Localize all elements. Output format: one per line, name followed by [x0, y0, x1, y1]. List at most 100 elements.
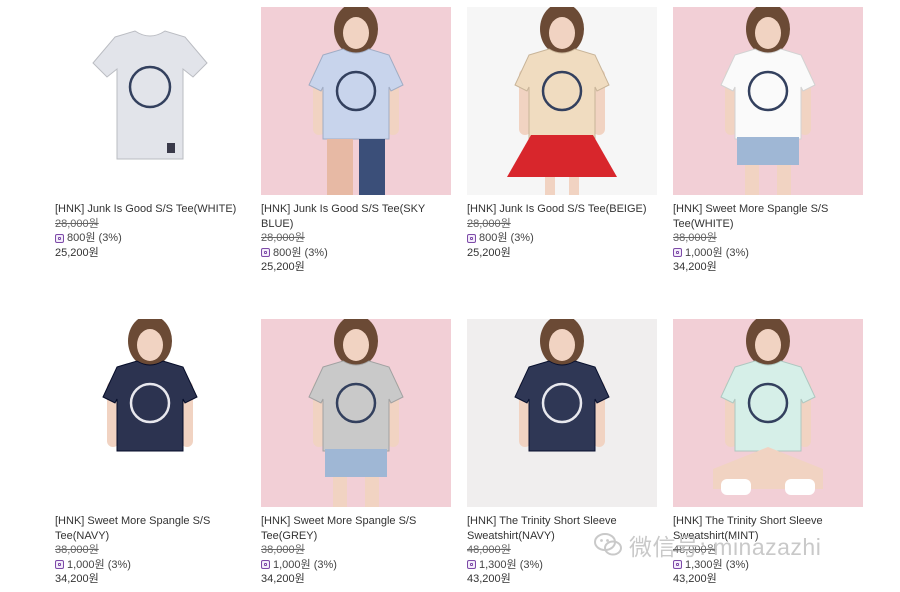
product-name[interactable]: [HNK] The Trinity Short Sleeve Sweatshir… — [673, 514, 863, 543]
product-photo — [55, 7, 245, 195]
mileage-value: 1,300원 (3%) — [685, 558, 749, 571]
sale-price: 25,200원 — [55, 246, 99, 259]
product-card[interactable]: [HNK] The Trinity Short Sleeve Sweatshir… — [673, 319, 863, 587]
product-photo — [467, 7, 657, 195]
model-pants — [359, 139, 385, 195]
original-price: 38,000원 — [673, 232, 717, 244]
mileage-value: 800원 (3%) — [67, 232, 122, 244]
model-leg — [333, 477, 347, 507]
product-grid: [HNK] Junk Is Good S/S Tee(WHITE) 28,000… — [0, 0, 900, 592]
mileage-value: 1,000원 (3%) — [67, 558, 131, 571]
product-name[interactable]: [HNK] Sweet More Spangle S/S Tee(WHITE) — [673, 202, 863, 231]
product-info: [HNK] Junk Is Good S/S Tee(BEIGE) 28,000… — [467, 195, 657, 260]
model-face — [755, 329, 781, 361]
model-face — [755, 17, 781, 49]
product-image[interactable] — [55, 7, 245, 195]
mileage: 1,000원 (3%) — [261, 558, 451, 573]
mileage-icon — [467, 233, 476, 243]
mileage: 800원 (3%) — [467, 231, 657, 246]
model-shoe — [785, 479, 815, 495]
model-leg — [569, 177, 579, 195]
product-card[interactable]: [HNK] Sweet More Spangle S/S Tee(NAVY) 3… — [55, 319, 245, 587]
model-face — [343, 329, 369, 361]
mileage-icon — [467, 560, 476, 570]
mileage: 800원 (3%) — [261, 246, 451, 261]
original-price: 28,000원 — [55, 217, 99, 230]
product-image[interactable] — [261, 319, 451, 507]
model-leg — [745, 165, 759, 195]
product-info: [HNK] Sweet More Spangle S/S Tee(NAVY) 3… — [55, 507, 245, 587]
product-photo — [467, 319, 657, 507]
sale-price: 25,200원 — [467, 246, 511, 259]
tshirt-shape — [308, 360, 404, 452]
model-leg — [545, 177, 555, 195]
mileage-icon — [55, 233, 64, 243]
product-name[interactable]: [HNK] The Trinity Short Sleeve Sweatshir… — [467, 514, 657, 543]
tshirt-label — [167, 143, 175, 153]
original-price: 48,000원 — [673, 544, 717, 556]
model-face — [549, 329, 575, 361]
mileage-value: 1,300원 (3%) — [479, 558, 543, 571]
model-pants — [327, 139, 353, 195]
model-shoe — [721, 479, 751, 495]
sale-price: 34,200원 — [673, 261, 717, 273]
mileage-value: 1,000원 (3%) — [685, 246, 749, 259]
product-photo — [673, 7, 863, 195]
sale-price: 43,200원 — [673, 573, 717, 585]
tshirt-shape — [514, 360, 610, 452]
product-card[interactable]: [HNK] Junk Is Good S/S Tee(BEIGE) 28,000… — [467, 7, 657, 260]
model-shorts — [325, 449, 387, 477]
mileage: 1,300원 (3%) — [673, 558, 863, 573]
original-price: 38,000원 — [261, 544, 305, 556]
tshirt-shape — [720, 48, 816, 140]
sale-price: 43,200원 — [467, 573, 511, 585]
product-image[interactable] — [673, 319, 863, 507]
model-leg — [777, 165, 791, 195]
mileage-icon — [673, 248, 682, 258]
product-card[interactable]: [HNK] Sweet More Spangle S/S Tee(GREY) 3… — [261, 319, 451, 587]
product-photo — [261, 7, 451, 195]
product-card[interactable]: [HNK] Junk Is Good S/S Tee(WHITE) 28,000… — [55, 7, 245, 260]
model-face — [343, 17, 369, 49]
sale-price: 34,200원 — [55, 573, 99, 585]
mileage-icon — [261, 248, 270, 258]
product-info: [HNK] Sweet More Spangle S/S Tee(WHITE) … — [673, 195, 863, 275]
original-price: 38,000원 — [55, 544, 99, 556]
tshirt-shape — [102, 360, 198, 452]
mileage: 1,300원 (3%) — [467, 558, 657, 573]
product-photo — [55, 319, 245, 507]
tshirt-shape — [308, 48, 404, 140]
product-photo — [673, 319, 863, 507]
product-info: [HNK] Junk Is Good S/S Tee(SKY BLUE) 28,… — [261, 195, 451, 275]
product-name[interactable]: [HNK] Junk Is Good S/S Tee(SKY BLUE) — [261, 202, 451, 231]
product-name[interactable]: [HNK] Junk Is Good S/S Tee(WHITE) — [55, 202, 245, 217]
original-price: 28,000원 — [261, 232, 305, 244]
model-face — [137, 329, 163, 361]
product-info: [HNK] The Trinity Short Sleeve Sweatshir… — [673, 507, 863, 587]
product-card[interactable]: [HNK] Junk Is Good S/S Tee(SKY BLUE) 28,… — [261, 7, 451, 275]
model-shorts — [737, 137, 799, 165]
product-name[interactable]: [HNK] Junk Is Good S/S Tee(BEIGE) — [467, 202, 657, 217]
product-card[interactable]: [HNK] The Trinity Short Sleeve Sweatshir… — [467, 319, 657, 587]
sale-price: 34,200원 — [261, 573, 305, 585]
mileage-value: 800원 (3%) — [479, 232, 534, 244]
mileage-icon — [261, 560, 270, 570]
model-leg — [365, 477, 379, 507]
tshirt-shape — [514, 48, 610, 140]
product-image[interactable] — [467, 319, 657, 507]
product-name[interactable]: [HNK] Sweet More Spangle S/S Tee(NAVY) — [55, 514, 245, 543]
product-card[interactable]: [HNK] Sweet More Spangle S/S Tee(WHITE) … — [673, 7, 863, 275]
mileage: 1,000원 (3%) — [55, 558, 245, 573]
original-price: 48,000원 — [467, 544, 511, 556]
original-price: 28,000원 — [467, 217, 511, 230]
product-info: [HNK] Junk Is Good S/S Tee(WHITE) 28,000… — [55, 195, 245, 260]
mileage-value: 800원 (3%) — [273, 246, 328, 259]
product-image[interactable] — [261, 7, 451, 195]
product-name[interactable]: [HNK] Sweet More Spangle S/S Tee(GREY) — [261, 514, 451, 543]
mileage-icon — [55, 560, 64, 570]
product-image[interactable] — [55, 319, 245, 507]
tshirt-shape — [720, 360, 816, 452]
product-image[interactable] — [467, 7, 657, 195]
mileage: 800원 (3%) — [55, 231, 245, 246]
product-image[interactable] — [673, 7, 863, 195]
